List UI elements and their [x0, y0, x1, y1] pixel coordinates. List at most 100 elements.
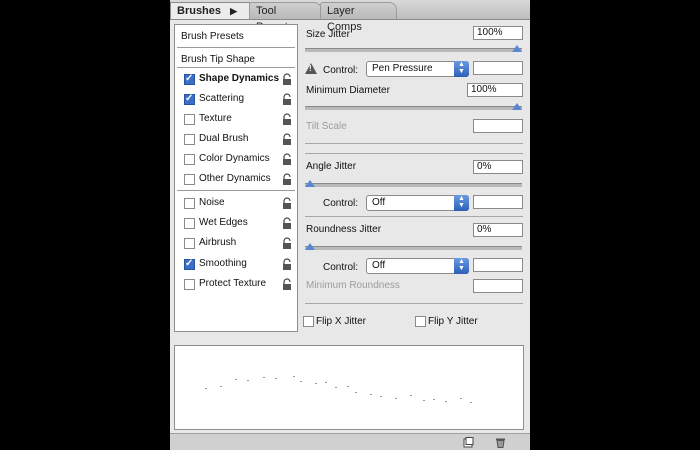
- stroke-dot: [460, 398, 462, 399]
- angle-control-extra-field[interactable]: [473, 195, 523, 209]
- angle-jitter-label: Angle Jitter: [306, 161, 357, 172]
- list-item-label: Texture: [199, 113, 232, 124]
- roundness-control-select[interactable]: Off ▲ ▼: [366, 258, 469, 274]
- roundness-jitter-field[interactable]: 0%: [473, 223, 523, 237]
- tilt-scale-field[interactable]: [473, 119, 523, 133]
- stroke-dot: [315, 383, 317, 384]
- tab-brushes[interactable]: Brushes ▶: [170, 2, 250, 19]
- divider: [177, 47, 295, 48]
- chevron-up-down-icon: ▲ ▼: [454, 258, 469, 274]
- select-value: Pen Pressure: [372, 63, 433, 74]
- tilt-scale-label: Tilt Scale: [306, 121, 347, 132]
- flip-x-checkbox[interactable]: [303, 316, 315, 328]
- size-jitter-label: Size Jitter: [306, 29, 350, 40]
- stroke-dot: [293, 376, 295, 377]
- lock-icon[interactable]: [281, 237, 293, 249]
- lock-icon[interactable]: [281, 133, 293, 145]
- tab-tool-presets[interactable]: Tool Presets: [249, 2, 322, 33]
- list-item-label: Noise: [199, 197, 225, 208]
- trash-icon[interactable]: [495, 437, 506, 448]
- size-jitter-field[interactable]: 100%: [473, 26, 523, 40]
- brushes-panel: Brushes ▶ Tool Presets Layer Comps Brush…: [170, 0, 530, 450]
- divider: [177, 67, 295, 68]
- slider-thumb[interactable]: [305, 243, 315, 250]
- checkbox[interactable]: [184, 198, 195, 209]
- divider: [305, 216, 523, 217]
- checkbox[interactable]: [184, 174, 195, 185]
- angle-control-select[interactable]: Off ▲ ▼: [366, 195, 469, 211]
- list-item-label: Other Dynamics: [199, 173, 271, 184]
- angle-jitter-field[interactable]: 0%: [473, 160, 523, 174]
- checkbox[interactable]: [415, 316, 426, 327]
- slider-thumb[interactable]: [305, 180, 315, 187]
- new-brush-icon[interactable]: [463, 437, 474, 448]
- lock-icon[interactable]: [281, 217, 293, 229]
- list-item-label: Protect Texture: [199, 278, 267, 289]
- tab-layer-comps[interactable]: Layer Comps: [320, 2, 397, 33]
- divider: [305, 153, 523, 154]
- select-value: Off: [372, 260, 386, 271]
- lock-icon[interactable]: [281, 153, 293, 165]
- list-item[interactable]: Dual Brush: [175, 131, 297, 147]
- warning-icon: !: [305, 63, 317, 74]
- checkbox[interactable]: [184, 154, 195, 165]
- tilt-scale-slider: [305, 143, 523, 144]
- lock-icon[interactable]: [281, 113, 293, 125]
- lock-icon[interactable]: [281, 197, 293, 209]
- lock-icon[interactable]: [281, 73, 293, 85]
- list-item[interactable]: Noise: [175, 195, 297, 211]
- list-item[interactable]: Smoothing: [175, 256, 297, 272]
- list-item-label: Dual Brush: [199, 133, 249, 144]
- list-item[interactable]: Wet Edges: [175, 215, 297, 231]
- slider-thumb[interactable]: [512, 45, 522, 52]
- flip-y-checkbox[interactable]: [415, 316, 427, 328]
- checkbox[interactable]: [184, 279, 195, 290]
- checkbox[interactable]: [184, 91, 195, 107]
- checkbox[interactable]: [184, 218, 195, 229]
- lock-icon[interactable]: [281, 258, 293, 270]
- stroke-dot: [235, 379, 237, 380]
- size-jitter-slider[interactable]: [305, 45, 522, 52]
- list-item[interactable]: Protect Texture: [175, 276, 297, 292]
- list-item-label: Brush Tip Shape: [181, 54, 255, 65]
- checkbox[interactable]: [184, 71, 195, 87]
- list-item-label: Color Dynamics: [199, 153, 270, 164]
- stroke-dot: [220, 386, 222, 387]
- stroke-dot: [445, 401, 447, 402]
- list-item[interactable]: Texture: [175, 111, 297, 127]
- min-diameter-slider[interactable]: [305, 103, 522, 110]
- triangle-right-icon[interactable]: ▶: [230, 3, 237, 19]
- slider-thumb[interactable]: [512, 103, 522, 110]
- stroke-dot: [325, 382, 327, 383]
- stroke-dot: [335, 387, 337, 388]
- lock-icon[interactable]: [281, 93, 293, 105]
- min-roundness-field[interactable]: [473, 279, 523, 293]
- list-item[interactable]: Shape Dynamics: [175, 71, 297, 87]
- stroke-dot: [380, 396, 382, 397]
- checkbox[interactable]: [184, 238, 195, 249]
- min-diameter-field[interactable]: 100%: [467, 83, 523, 97]
- list-item[interactable]: Color Dynamics: [175, 151, 297, 167]
- list-item[interactable]: Other Dynamics: [175, 171, 297, 187]
- list-item-label: Scattering: [199, 93, 245, 104]
- min-diameter-label: Minimum Diameter: [306, 85, 390, 96]
- checkbox[interactable]: [303, 316, 314, 327]
- checkbox[interactable]: [184, 114, 195, 125]
- list-item-label: Smoothing: [199, 258, 247, 269]
- brush-tip-shape-item[interactable]: Brush Tip Shape: [175, 52, 297, 68]
- roundness-control-extra-field[interactable]: [473, 258, 523, 272]
- lock-icon[interactable]: [281, 173, 293, 185]
- checkbox[interactable]: [184, 134, 195, 145]
- angle-jitter-slider[interactable]: [305, 180, 522, 187]
- stroke-dot: [275, 378, 277, 379]
- roundness-jitter-slider[interactable]: [305, 243, 522, 250]
- chevron-up-down-icon: ▲ ▼: [454, 61, 469, 77]
- list-item[interactable]: Scattering: [175, 91, 297, 107]
- checkbox[interactable]: [184, 256, 195, 272]
- brush-presets-item[interactable]: Brush Presets: [181, 31, 244, 42]
- list-item[interactable]: Airbrush: [175, 235, 297, 251]
- size-control-select[interactable]: Pen Pressure ▲ ▼: [366, 61, 469, 77]
- stroke-dot: [263, 377, 265, 378]
- lock-icon[interactable]: [281, 278, 293, 290]
- size-control-extra-field[interactable]: [473, 61, 523, 75]
